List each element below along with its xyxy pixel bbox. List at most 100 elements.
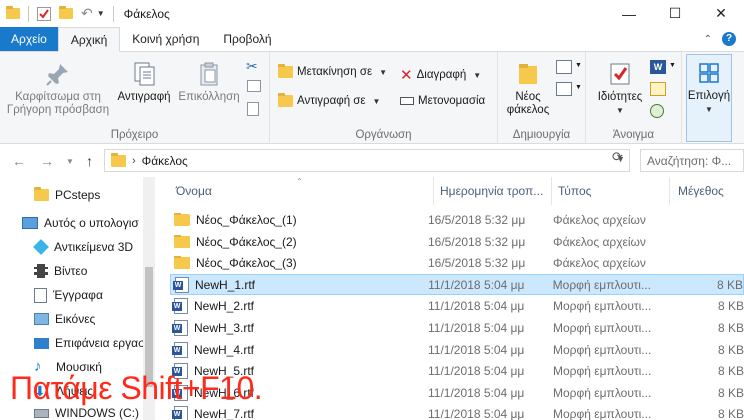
nav-item-videos[interactable]: Βίντεο (34, 259, 87, 283)
desktop-icon (34, 337, 49, 349)
file-row[interactable]: NewH_3.rtf 11/1/2018 5:04 μμ Μορφή εμπλο… (170, 317, 744, 338)
tab-view[interactable]: Προβολή (211, 27, 283, 51)
copy-icon (134, 62, 155, 86)
file-date: 11/1/2018 5:04 μμ (428, 320, 525, 335)
file-date: 16/5/2018 5:32 μμ (428, 234, 526, 249)
open-dropdown-icon[interactable]: ▼ (669, 62, 676, 69)
easy-access-dropdown-icon[interactable]: ▼ (575, 84, 582, 91)
paste-icon (200, 62, 218, 86)
nav-item-label: Βίντεο (54, 264, 88, 278)
rename-label: Μετονομασία (418, 95, 486, 107)
new-folder-label-line1: Νέος (515, 91, 541, 103)
new-item-icon[interactable] (556, 60, 572, 74)
nav-item-pcsteps[interactable]: PCsteps (34, 183, 100, 207)
nav-item-desktop[interactable]: Επιφάνεια εργασ (34, 331, 145, 355)
folder-icon (6, 6, 20, 19)
easy-access-icon[interactable] (556, 82, 572, 96)
nav-item-pictures[interactable]: Εικόνες (34, 307, 95, 331)
window-controls: — ☐ ✕ (606, 0, 744, 27)
qat-separator (28, 5, 29, 22)
file-row[interactable]: Νέος_Φάκελος_(2) 16/5/2018 5:32 μμ Φάκελ… (170, 231, 744, 252)
move-to-icon (278, 64, 293, 78)
select-label: Επιλογή (687, 90, 731, 102)
group-label-organize: Οργάνωση (355, 129, 412, 141)
pin-quick-access-button[interactable]: Καρφίτσωμα στη Γρήγορη πρόσβαση (6, 60, 110, 117)
up-arrow-icon[interactable]: ↑ (86, 153, 93, 169)
move-to-button[interactable]: Μετακίνηση σε ▼ (278, 64, 387, 78)
open-with-word-icon[interactable]: W (650, 60, 666, 74)
nav-pane-scrollbar-thumb[interactable] (145, 267, 153, 387)
properties-check-icon[interactable] (37, 6, 51, 21)
cut-icon[interactable]: ✂ (246, 58, 258, 75)
column-header-date[interactable]: Ημερομηνία τροπ... (434, 177, 552, 205)
recent-dropdown-icon[interactable]: ▼ (66, 157, 74, 166)
tab-share[interactable]: Κοινή χρήση (120, 27, 211, 51)
undo-icon[interactable]: ↶ (81, 5, 93, 22)
refresh-icon[interactable]: ⟳ (612, 149, 623, 165)
column-headers: Όνομα Ημερομηνία τροπ... Τύπος Μέγεθος (162, 177, 744, 205)
tab-home[interactable]: Αρχική (57, 27, 121, 52)
file-row[interactable]: Νέος_Φάκελος_(1) 16/5/2018 5:32 μμ Φάκελ… (170, 209, 744, 230)
copy-to-label: Αντιγραφή σε (297, 95, 366, 107)
collapse-ribbon-icon[interactable]: ⌃ (704, 34, 712, 45)
folder-icon (174, 234, 190, 248)
file-name-cell: NewH_2.rtf (170, 297, 428, 314)
file-name: NewH_1.rtf (195, 277, 256, 292)
drive-icon (34, 408, 49, 418)
minimize-button[interactable]: — (606, 0, 652, 27)
qat-dropdown-icon[interactable]: ▼ (97, 9, 105, 18)
group-select: Επιλογή ▼ (686, 52, 734, 144)
pictures-icon (34, 313, 49, 325)
delete-label: Διαγραφή (416, 69, 467, 81)
copy-button[interactable]: Αντιγραφή (112, 60, 176, 104)
nav-item-this-pc[interactable]: Αυτός ο υπολογισ (22, 211, 139, 235)
paste-label: Επικόλληση (178, 91, 240, 103)
file-name-cell: Νέος_Φάκελος_(3) (170, 255, 428, 270)
file-date: 16/5/2018 5:32 μμ (428, 255, 526, 270)
column-header-size[interactable]: Μέγεθος (670, 177, 744, 205)
rename-button[interactable]: Μετονομασία (400, 95, 485, 107)
file-type: Μορφή εμπλουτι... (553, 406, 652, 420)
paste-button[interactable]: Επικόλληση (176, 60, 242, 104)
forward-arrow-icon[interactable]: → (40, 153, 54, 169)
address-bar[interactable]: › Φάκελος ▼ (104, 149, 630, 172)
file-name-cell: Νέος_Φάκελος_(1) (170, 212, 428, 227)
file-type: Φάκελος αρχείων (553, 255, 646, 270)
file-row[interactable]: NewH_2.rtf 11/1/2018 5:04 μμ Μορφή εμπλο… (170, 295, 744, 316)
column-header-name[interactable]: Όνομα (162, 177, 434, 205)
search-input[interactable]: Αναζήτηση: Φ... (640, 149, 744, 172)
pin-label-line1: Καρφίτσωμα στη (15, 91, 101, 103)
file-row[interactable]: NewH_4.rtf 11/1/2018 5:04 μμ Μορφή εμπλο… (170, 339, 744, 360)
help-icon[interactable]: ? (722, 32, 736, 46)
computer-icon (22, 217, 38, 229)
delete-button[interactable]: ✕ Διαγραφή ▼ (400, 66, 481, 84)
file-date: 16/5/2018 5:32 μμ (428, 212, 526, 227)
nav-item-documents[interactable]: Έγγραφα (34, 283, 103, 307)
history-icon[interactable] (650, 104, 664, 118)
paste-shortcut-icon[interactable] (247, 102, 259, 116)
close-button[interactable]: ✕ (698, 0, 744, 27)
file-size: 8 KB (717, 320, 744, 335)
new-folder-button[interactable]: Νέος φάκελος (504, 60, 552, 117)
folder-icon (174, 255, 190, 269)
tab-file[interactable]: Αρχείο (0, 27, 58, 51)
copy-path-icon[interactable] (247, 80, 261, 92)
file-date: 11/1/2018 5:04 μμ (428, 363, 525, 378)
rtf-file-icon (172, 341, 188, 358)
properties-button[interactable]: Ιδιότητες ▼ (592, 60, 648, 117)
new-folder-icon[interactable] (59, 6, 73, 19)
file-row-selected[interactable]: NewH_1.rtf 11/1/2018 5:04 μμ Μορφή εμπλο… (170, 274, 744, 295)
file-size: 8 KB (716, 277, 743, 292)
edit-icon[interactable] (650, 82, 666, 96)
back-arrow-icon[interactable]: ← (12, 153, 26, 169)
new-item-dropdown-icon[interactable]: ▼ (575, 62, 582, 69)
address-chevron-icon[interactable]: › (132, 155, 136, 167)
nav-item-3d-objects[interactable]: Αντικείμενα 3D (33, 235, 133, 259)
select-button[interactable]: Επιλογή ▼ (686, 54, 732, 142)
maximize-button[interactable]: ☐ (652, 0, 698, 27)
copy-label: Αντιγραφή (117, 91, 171, 103)
column-header-type[interactable]: Τύπος (552, 177, 670, 205)
copy-to-button[interactable]: Αντιγραφή σε ▼ (278, 93, 380, 107)
file-row[interactable]: Νέος_Φάκελος_(3) 16/5/2018 5:32 μμ Φάκελ… (170, 252, 744, 273)
move-to-label: Μετακίνηση σε (297, 66, 373, 78)
